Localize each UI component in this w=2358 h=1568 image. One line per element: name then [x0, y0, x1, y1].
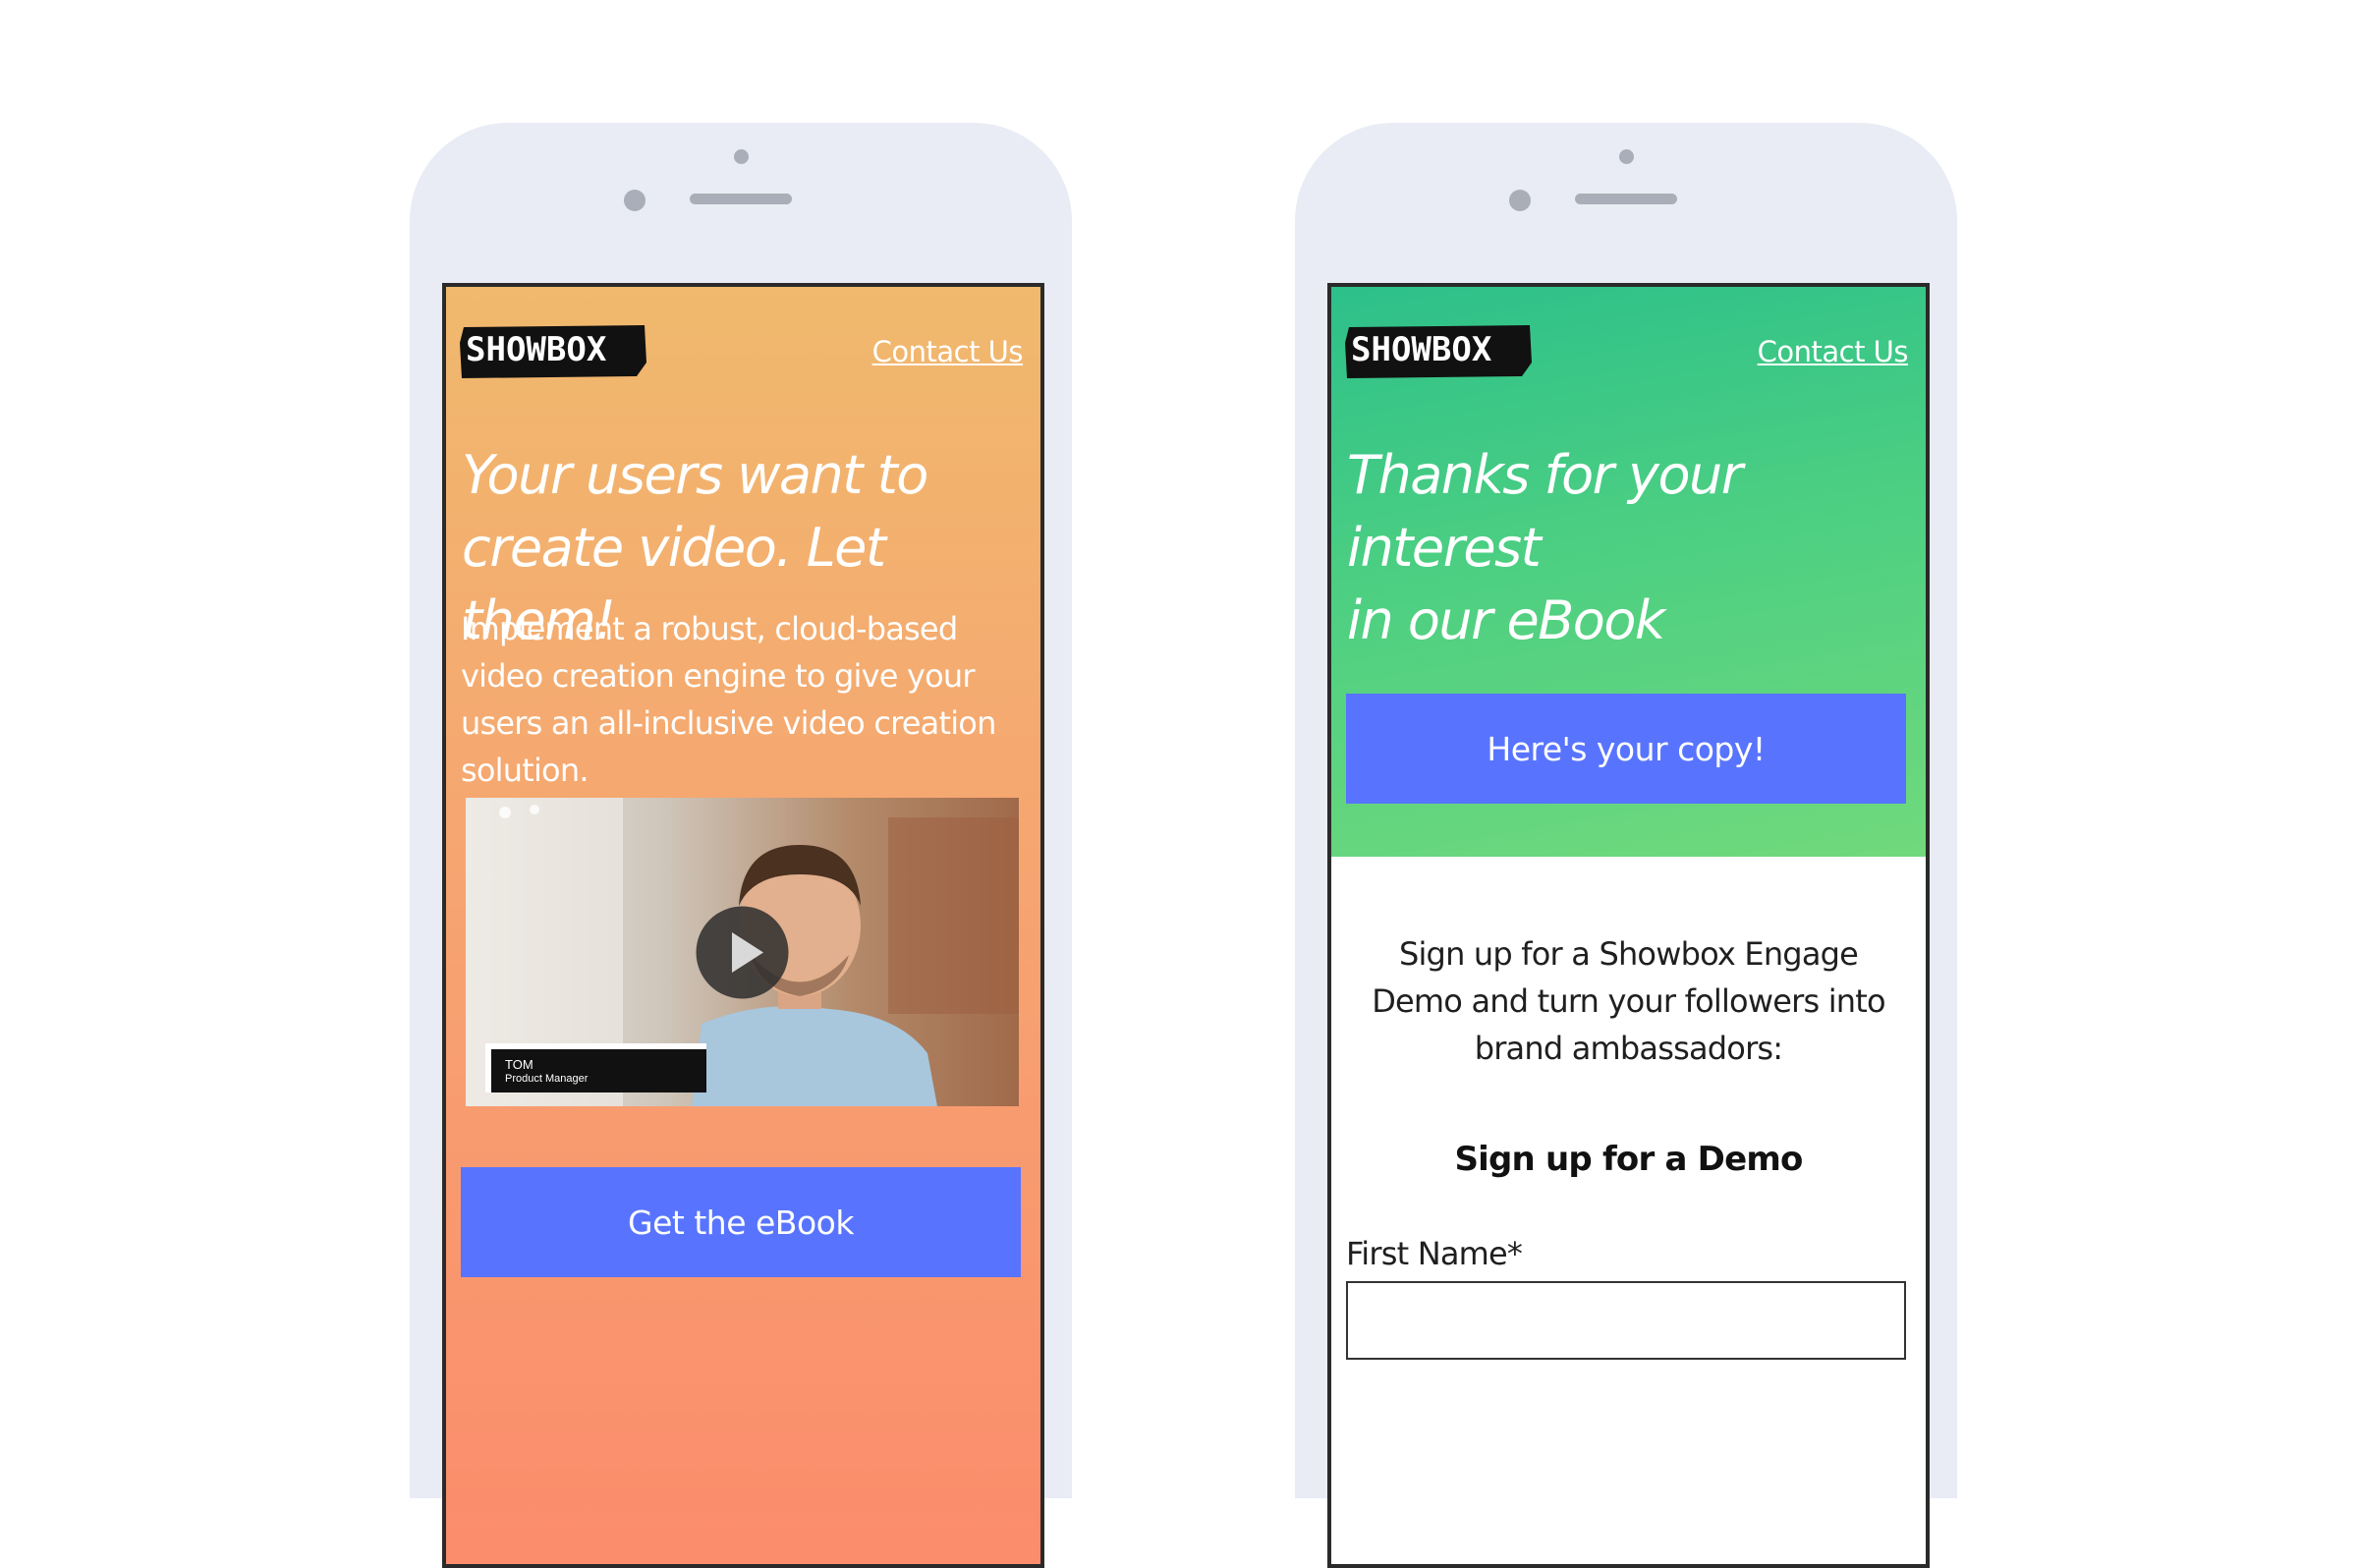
earpiece-speaker [1575, 194, 1677, 204]
hero-subtext: Implement a robust, cloud-based video cr… [461, 610, 996, 789]
thank-you-page-screen: SHOWBOX Contact Us Thanks for your inter… [1327, 283, 1930, 1568]
lower-third-role: Product Manager [505, 1073, 589, 1085]
thank-you-headline-line2: in our eBook [1347, 589, 1665, 651]
heres-your-copy-button[interactable]: Here's your copy! [1346, 694, 1906, 804]
proximity-sensor [1509, 190, 1531, 211]
first-name-label: First Name* [1346, 1235, 1523, 1272]
thank-you-headline-line1: Thanks for your interest [1347, 444, 1743, 579]
first-name-field[interactable] [1346, 1281, 1906, 1360]
play-icon[interactable] [696, 906, 789, 999]
get-ebook-button[interactable]: Get the eBook [461, 1167, 1021, 1277]
demo-pitch-text: Sign up for a Showbox Engage Demo and tu… [1372, 935, 1885, 1067]
demo-form-title: Sign up for a Demo [1454, 1140, 1803, 1179]
thank-you-hero: SHOWBOX Contact Us Thanks for your inter… [1331, 287, 1926, 857]
svg-text:SHOWBOX: SHOWBOX [466, 330, 607, 369]
earpiece-speaker [690, 194, 792, 204]
phone-mockup-left: SHOWBOX Contact Us Your users want to cr… [410, 123, 1072, 1568]
contact-us-link[interactable]: Contact Us [1758, 335, 1909, 368]
landing-page-screen: SHOWBOX Contact Us Your users want to cr… [442, 283, 1044, 1568]
showbox-logo[interactable]: SHOWBOX [460, 323, 649, 380]
showbox-logo[interactable]: SHOWBOX [1345, 323, 1535, 380]
phone-mockup-right: SHOWBOX Contact Us Thanks for your inter… [1295, 123, 1957, 1568]
svg-text:SHOWBOX: SHOWBOX [1351, 330, 1492, 369]
contact-us-link[interactable]: Contact Us [872, 335, 1024, 368]
proximity-sensor [624, 190, 646, 211]
thank-you-headline: Thanks for your interest in our eBook [1347, 439, 1917, 657]
hero-headline-line1: Your users want to [462, 444, 928, 506]
lower-third-name: TOM [505, 1057, 533, 1072]
front-camera [734, 149, 749, 164]
front-camera [1619, 149, 1634, 164]
video-player[interactable]: TOM Product Manager [466, 798, 1019, 1106]
video-lower-third: TOM Product Manager [485, 1043, 706, 1092]
